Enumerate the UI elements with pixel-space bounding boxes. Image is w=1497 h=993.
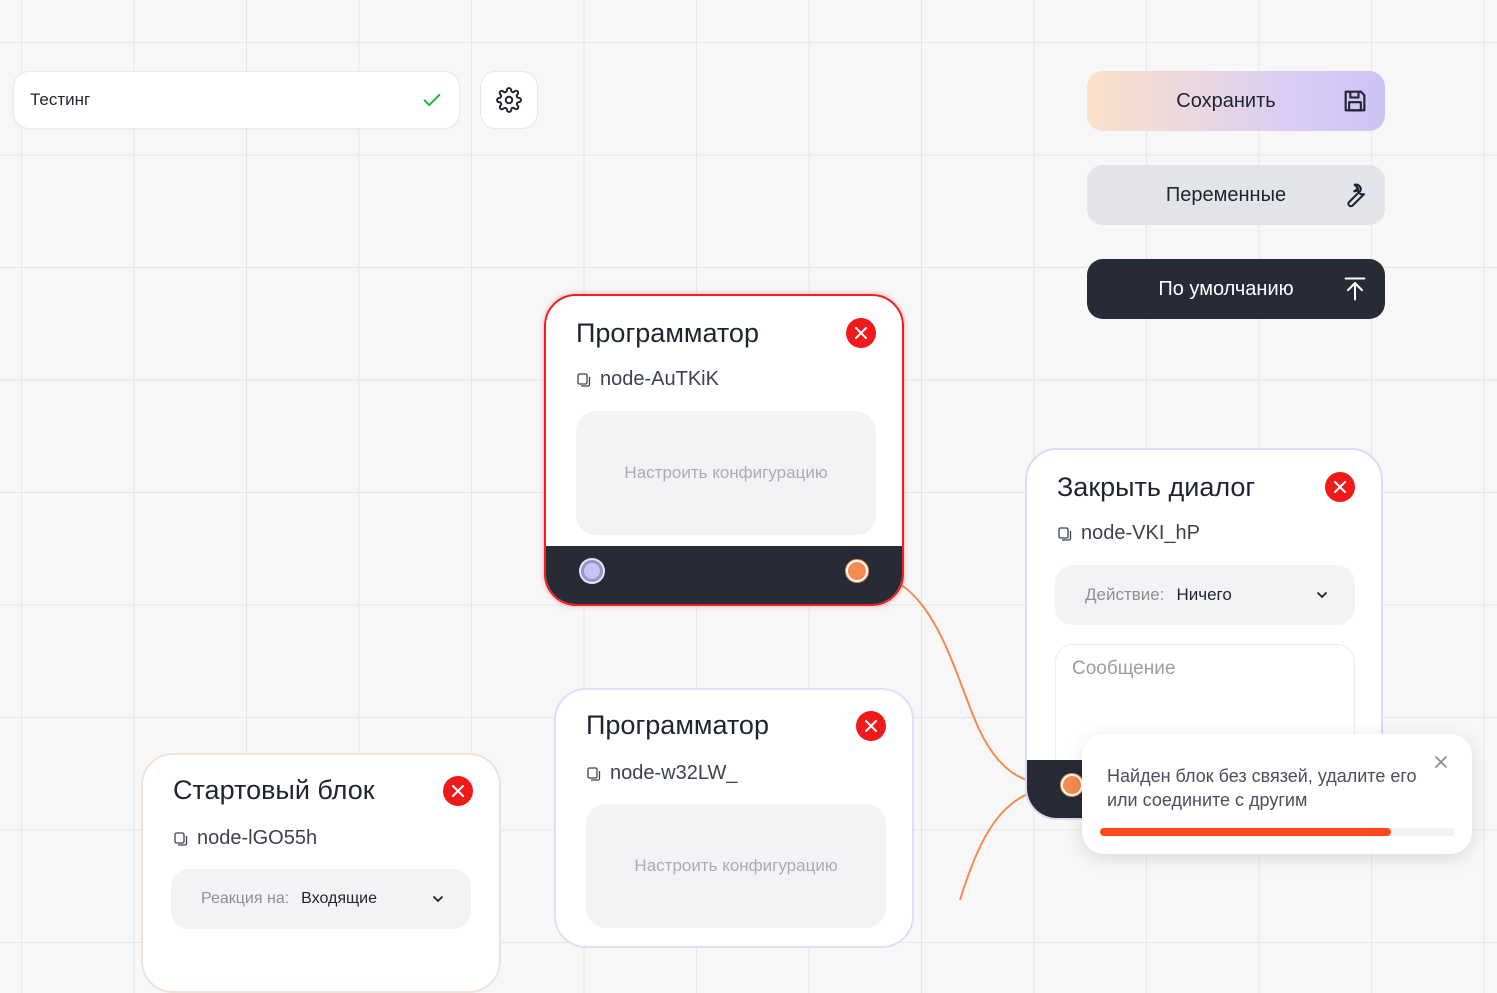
- toast-notification: Найден блок без связей, удалите его или …: [1082, 734, 1472, 854]
- chevron-down-icon: [433, 896, 443, 902]
- close-icon: [1435, 756, 1447, 768]
- reaction-select-value: Входящие: [301, 890, 378, 907]
- node-id[interactable]: node-w32LW_: [586, 762, 737, 785]
- check-icon: [423, 93, 441, 107]
- save-button[interactable]: Сохранить: [1087, 71, 1385, 131]
- action-select-value: Ничего: [1176, 585, 1232, 604]
- node-id[interactable]: node-VKI_hP: [1057, 522, 1200, 545]
- default-button-label: По умолчанию: [1158, 277, 1294, 300]
- configure-button[interactable]: Настроить конфигурацию: [576, 411, 876, 535]
- node-id-text: node-lGO55h: [197, 827, 318, 849]
- input-port[interactable]: [1061, 774, 1083, 796]
- delete-node-button[interactable]: [1325, 472, 1355, 502]
- action-select-label: Действие:: [1085, 585, 1165, 604]
- variables-button[interactable]: Переменные: [1087, 165, 1385, 225]
- toast-message: Найден блок без связей, удалите его или …: [1107, 766, 1417, 810]
- configure-button[interactable]: Настроить конфигурацию: [586, 804, 886, 928]
- node-id-text: node-VKI_hP: [1081, 522, 1200, 544]
- node-title: Программатор: [586, 710, 769, 740]
- settings-button[interactable]: [480, 71, 538, 129]
- node-id-text: node-w32LW_: [610, 762, 738, 784]
- node-title: Программатор: [576, 318, 759, 348]
- action-select[interactable]: Действие: Ничего: [1055, 565, 1355, 625]
- close-icon: [452, 785, 464, 797]
- flow-name-field[interactable]: Тестинг: [13, 71, 460, 129]
- node-footer: [546, 546, 902, 604]
- node-programmer-2[interactable]: Программатор node-w32LW_ Настроить конфи…: [554, 688, 914, 948]
- input-port[interactable]: [581, 560, 603, 582]
- node-id[interactable]: node-lGO55h: [173, 827, 317, 850]
- copy-icon: [577, 372, 591, 387]
- toast-progress-track: [1100, 828, 1455, 836]
- node-title: Стартовый блок: [173, 775, 375, 805]
- delete-node-button[interactable]: [846, 318, 876, 348]
- variables-button-label: Переменные: [1165, 183, 1287, 206]
- wrench-icon: [1347, 183, 1366, 208]
- flow-name-text: Тестинг: [30, 90, 91, 109]
- close-icon: [855, 327, 867, 339]
- node-programmer-1[interactable]: Программатор node-AuTKiK Настроить конфи…: [544, 294, 904, 606]
- copy-icon: [587, 766, 601, 781]
- node-id-text: node-AuTKiK: [600, 368, 719, 390]
- save-button-label: Сохранить: [1176, 89, 1276, 112]
- toast-close-button[interactable]: [1434, 752, 1448, 775]
- copy-icon: [174, 831, 188, 846]
- delete-node-button[interactable]: [856, 711, 886, 741]
- toast-progress-bar: [1100, 828, 1392, 836]
- close-icon: [865, 720, 877, 732]
- copy-icon: [1058, 526, 1072, 541]
- close-icon: [1334, 481, 1346, 493]
- gear-icon: [496, 87, 522, 113]
- node-id[interactable]: node-AuTKiK: [576, 368, 719, 391]
- default-button[interactable]: По умолчанию: [1087, 259, 1385, 319]
- node-start-block[interactable]: Стартовый блок node-lGO55h Реакция на: В…: [141, 753, 501, 993]
- node-title: Закрыть диалог: [1057, 472, 1256, 502]
- output-port[interactable]: [846, 560, 868, 582]
- upload-arrow-icon: [1344, 277, 1366, 301]
- reaction-select[interactable]: Реакция на: Входящие: [171, 869, 471, 929]
- floppy-disk-icon: [1344, 90, 1366, 112]
- delete-node-button[interactable]: [443, 776, 473, 806]
- chevron-down-icon: [1317, 592, 1327, 598]
- reaction-select-label: Реакция на:: [201, 890, 290, 907]
